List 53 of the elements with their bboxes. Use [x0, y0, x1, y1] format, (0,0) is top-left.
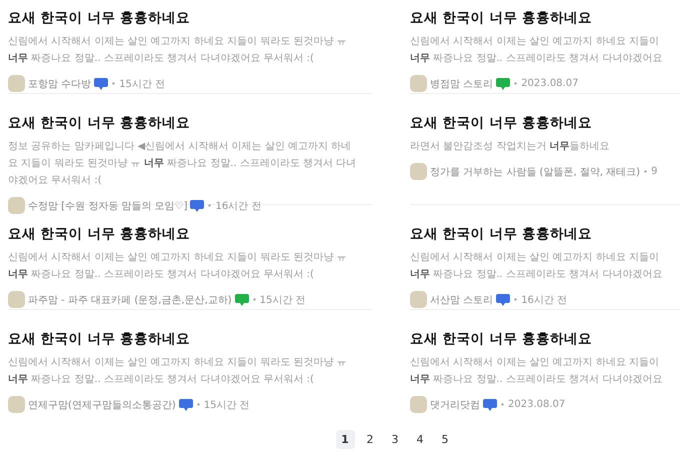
cafe-logo-placeholder: [8, 75, 25, 92]
cafe-name[interactable]: 파주맘 - 파주 대표카페 (운정,금촌,문산,교하): [28, 292, 232, 306]
page-button[interactable]: 5: [436, 430, 454, 449]
page-button[interactable]: 3: [386, 430, 404, 449]
post-title[interactable]: 요새 한국이 너무 흉흉하네요: [410, 225, 680, 243]
separator-dot-icon: [196, 403, 200, 406]
post-time: 2023.08.07: [521, 78, 578, 89]
cafe-logo-placeholder: [8, 197, 25, 214]
page-button[interactable]: 2: [360, 430, 380, 449]
post-excerpt: 라면서 불안감조성 작업치는거 너무들하네요: [410, 140, 611, 154]
post-title[interactable]: 요새 한국이 너무 흉흉하네요: [410, 114, 680, 132]
separator-dot-icon: [112, 82, 116, 85]
post-time: 15시간 전: [260, 294, 306, 306]
separator-dot-icon: [501, 403, 504, 406]
cafe-name[interactable]: 댓거리닷컴: [430, 398, 480, 412]
cafe-name[interactable]: 서산맘 스토리: [430, 292, 494, 306]
cafe-logo-placeholder: [410, 163, 427, 180]
cafe-logo-placeholder: [410, 75, 427, 92]
cafe-logo-placeholder: [8, 291, 25, 308]
cafe-name[interactable]: 연제구맘(연제구맘들의소통공간): [28, 398, 176, 412]
separator-dot-icon: [514, 82, 518, 85]
cafe-name[interactable]: 수정맘 [수원 정자동 맘들의 모임♡]: [28, 198, 188, 212]
post-excerpt: 신림에서 시작해서 이제는 살인 예고까지 하네요 지들이 너무 짜증나요 정말.. 스프레이라도 챙겨서 다녀야겠어요: [410, 251, 664, 282]
separator-dot-icon: [514, 298, 518, 301]
separator-dot-icon: [208, 204, 212, 207]
post-excerpt: 정보 공유하는 맘카페입니다 ◀신림에서 시작해서 이제는 살인 예고까지 하네 요 지들이 뭐라도 된것마냥 ㅠ 너무 짜증나요 정말.. 스프레이라도 챙겨서 다녀 야겠어요 무서워서 :(: [8, 140, 358, 188]
post-title[interactable]: 요새 한국이 너무 흉흉하네요: [8, 114, 372, 132]
separator-dot-icon: [252, 298, 256, 301]
post-title[interactable]: 요새 한국이 너무 흉흉하네요: [410, 330, 680, 348]
post-time: 9: [651, 166, 658, 177]
post-title[interactable]: 요새 한국이 너무 흉흉하네요: [8, 9, 372, 27]
cafe-logo-placeholder: [8, 396, 25, 413]
post-title[interactable]: 요새 한국이 너무 흉흉하네요: [410, 9, 680, 27]
post-excerpt: 신림에서 시작해서 이제는 살인 예고까지 하네요 지들이 뭐라도 된것마냥 ㅠ 너무 짜증나요 정말.. 스프레이라도 챙겨서 다녀야겠어요 무서워서 :(: [8, 356, 348, 387]
post-excerpt: 신림에서 시작해서 이제는 살인 예고까지 하네요 지들이 너무 짜증나요 정말.. 스프레이라도 챙겨서 다녀야겠어요: [410, 35, 664, 66]
cafe-logo-placeholder: [410, 396, 427, 413]
separator-dot-icon: [644, 170, 648, 173]
post-excerpt: 신림에서 시작해서 이제는 살인 예고까지 하네요 지들이 너무 짜증나요 정말.. 스프레이라도 챙겨서 다녀야겠어요: [410, 356, 664, 387]
cafe-name[interactable]: 병점맘 스토리: [430, 76, 494, 90]
page-button[interactable]: 4: [410, 430, 430, 449]
post-time: 16시간 전: [521, 294, 568, 306]
page-button[interactable]: 1: [336, 430, 354, 449]
post-excerpt: 신림에서 시작해서 이제는 살인 예고까지 하네요 지들이 뭐라도 된것마냥 ㅠ 너무 짜증나요 정말.. 스프레이라도 챙겨서 다녀야겠어요 무서워서 :(: [8, 251, 348, 282]
post-time: 2023.08.07: [508, 399, 566, 410]
post-title[interactable]: 요새 한국이 너무 흉흉하네요: [8, 330, 372, 348]
cafe-logo-placeholder: [410, 291, 427, 308]
cafe-name[interactable]: 포항맘 수다방: [28, 76, 92, 90]
post-excerpt: 신림에서 시작해서 이제는 살인 예고까지 하네요 지들이 뭐라도 된것마냥 ㅠ 너무 짜증나요 정말.. 스프레이라도 챙겨서 다녀야겠어요 무서워서 :(: [8, 35, 348, 66]
post-time: 15시간 전: [204, 398, 250, 412]
post-time: 15시간 전: [119, 78, 166, 90]
cafe-name[interactable]: 정가를 거부하는 사람들 (알뜰폰, 절약, 재테크): [430, 164, 640, 178]
post-title[interactable]: 요새 한국이 너무 흉흉하네요: [8, 225, 372, 243]
post-time: 16시간 전: [215, 200, 262, 212]
